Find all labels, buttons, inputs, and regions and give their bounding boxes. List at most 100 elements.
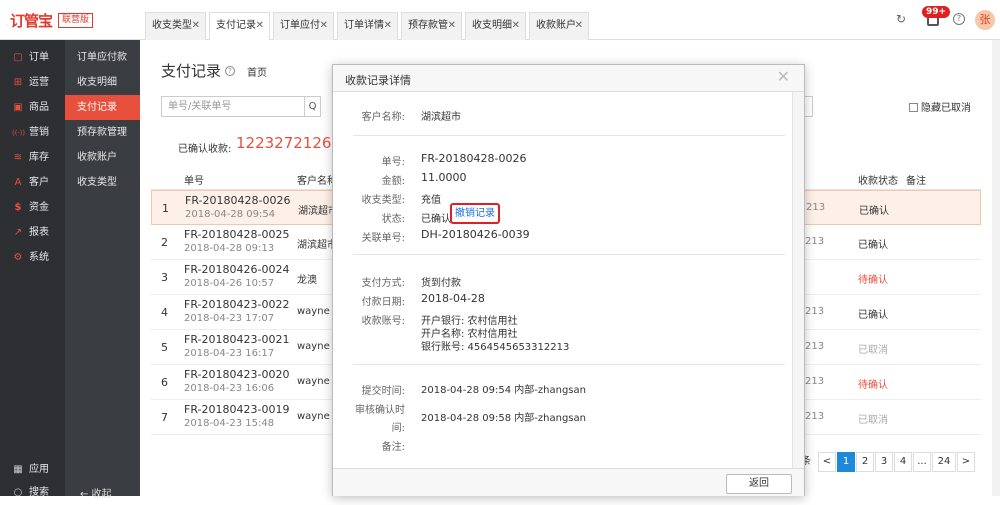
grid-icon: ▦: [13, 464, 23, 475]
notification-badge: 99+: [922, 6, 951, 18]
sidebar-item-products[interactable]: ▣ 商品: [0, 95, 65, 120]
page-button-4[interactable]: 4: [894, 452, 912, 472]
row-date: 2018-04-26 10:57: [184, 278, 275, 289]
page-button-3[interactable]: 3: [875, 452, 893, 472]
row-number: FR-20180426-0024: [184, 263, 290, 276]
customer-value: 湖滨超市: [421, 112, 461, 123]
close-icon[interactable]: ✕: [192, 13, 200, 39]
search-input[interactable]: 单号/关联单号: [161, 96, 305, 117]
row-status: 待确认: [858, 275, 888, 286]
sidebar-item-inventory[interactable]: ≋ 库存: [0, 145, 65, 170]
row-number: FR-20180428-0026: [185, 194, 291, 207]
summary-value: 1223272126.4: [236, 134, 346, 152]
help-icon[interactable]: ?: [953, 13, 965, 25]
order-icon: ▢: [13, 52, 23, 63]
tab-order-detail[interactable]: 订单详情 ✕: [337, 12, 398, 40]
sidebar-item-search[interactable]: ○ 搜索: [0, 480, 65, 505]
avatar[interactable]: 张: [975, 10, 995, 30]
dollar-icon: $: [14, 202, 22, 213]
sidebar-item-funds[interactable]: $ 资金: [0, 195, 65, 220]
paymethod-label: 支付方式:: [361, 278, 405, 289]
sidebar-item-orders[interactable]: ▢ 订单: [0, 45, 65, 70]
search-icon[interactable]: Q: [304, 96, 321, 117]
checkbox-icon: [909, 103, 918, 112]
close-icon[interactable]: ✕: [575, 13, 583, 39]
tab-income-detail[interactable]: 收支明细 ✕: [465, 12, 526, 40]
page-scrollbar[interactable]: [992, 40, 1000, 496]
sub-nav: 订单应付款 收支明细 支付记录 预存款管理 收款账户 收支类型 ← 收起: [65, 40, 140, 500]
row-status: 待确认: [858, 380, 888, 391]
page-prev-button[interactable]: <: [818, 452, 836, 472]
refresh-icon[interactable]: ↻: [896, 12, 906, 26]
status-label: 状态:: [381, 214, 405, 225]
row-customer: 湖滨超市: [297, 240, 337, 251]
row-status: 已取消: [858, 415, 888, 426]
tab-order-payable[interactable]: 订单应付 ✕: [273, 12, 334, 40]
close-icon[interactable]: ✕: [384, 13, 392, 39]
close-icon[interactable]: ✕: [448, 13, 456, 39]
row-amount: 213: [805, 306, 825, 317]
help-icon[interactable]: ?: [225, 66, 235, 76]
broadcast-icon: ((·)): [12, 129, 26, 137]
back-button[interactable]: 返回: [726, 474, 792, 494]
sidebar: ▢ 订单 ⊞ 运营 ▣ 商品 ((·)) 营销 ≋ 库存 A 客户 $ 资金 ↗ 报表 ⚙ 系统 …: [0, 40, 65, 498]
column-header-customer: 客户名称: [297, 176, 337, 187]
type-label: 收支类型:: [361, 195, 405, 206]
close-icon[interactable]: ✕: [777, 67, 790, 86]
status-value: 已确认: [421, 214, 451, 225]
sidebar-item-system[interactable]: ⚙ 系统: [0, 245, 65, 270]
sidebar-item-marketing[interactable]: ((·)) 营销: [0, 120, 65, 145]
page-button-24[interactable]: 24: [932, 452, 956, 472]
divider: [353, 135, 785, 136]
collapse-button[interactable]: ← 收起: [65, 485, 140, 500]
subnav-item-income-type[interactable]: 收支类型: [65, 170, 140, 195]
revoke-record-link[interactable]: 撤销记录: [450, 203, 500, 224]
row-number: FR-20180423-0019: [184, 403, 290, 416]
sidebar-item-customers[interactable]: A 客户: [0, 170, 65, 195]
related-value: DH-20180426-0039: [421, 228, 530, 241]
subnav-item-payment-records[interactable]: 支付记录: [65, 95, 140, 120]
page-button-1[interactable]: 1: [837, 452, 855, 472]
page-title: 支付记录: [161, 62, 222, 80]
product-icon: ▣: [13, 102, 23, 113]
row-date: 2018-04-23 15:48: [184, 418, 275, 429]
close-icon[interactable]: ✕: [256, 13, 264, 39]
submit-time-label: 提交时间:: [361, 386, 405, 397]
row-customer: wayne: [297, 341, 330, 352]
row-number: FR-20180423-0022: [184, 298, 290, 311]
close-icon[interactable]: ✕: [320, 13, 328, 39]
subnav-item-receiving-account[interactable]: 收款账户: [65, 145, 140, 170]
related-label: 关联单号:: [361, 233, 405, 244]
tab-income-type[interactable]: 收支类型 ✕: [145, 12, 206, 40]
column-header-no: 单号: [184, 176, 204, 187]
row-date: 2018-04-28 09:54: [185, 209, 276, 220]
hide-cancelled-checkbox[interactable]: 隐藏已取消: [909, 99, 971, 114]
page-next-button[interactable]: >: [957, 452, 975, 472]
breadcrumb-home[interactable]: 首页: [247, 64, 267, 79]
row-customer: wayne: [297, 411, 330, 422]
subnav-item-deposit-mgmt[interactable]: 预存款管理: [65, 120, 140, 145]
close-icon[interactable]: ✕: [512, 13, 520, 39]
audit-time-label-cont: 间:: [391, 423, 405, 434]
paydate-label: 付款日期:: [361, 297, 405, 308]
tab-deposit-mgmt[interactable]: 预存款管 ✕: [401, 12, 462, 40]
account-label: 收款账号:: [361, 316, 405, 327]
inventory-icon: ≋: [13, 152, 23, 163]
operations-icon: ⊞: [13, 77, 23, 88]
paymethod-value: 货到付款: [421, 278, 461, 289]
tab-receiving-account[interactable]: 收款账户 ✕: [529, 12, 589, 40]
page-button-2[interactable]: 2: [856, 452, 874, 472]
subnav-item-order-payable[interactable]: 订单应付款: [65, 45, 140, 70]
sidebar-item-reports[interactable]: ↗ 报表: [0, 220, 65, 245]
sidebar-item-apps[interactable]: ▦ 应用: [0, 457, 65, 482]
dialog-scrollbar[interactable]: [792, 92, 804, 468]
tab-payment-records[interactable]: 支付记录 ✕: [209, 12, 270, 40]
row-amount: 213: [806, 202, 826, 213]
row-index: 4: [161, 306, 168, 319]
app-logo[interactable]: 订管宝: [10, 10, 53, 31]
row-index: 2: [161, 236, 168, 249]
column-header-remark: 备注: [906, 176, 926, 187]
subnav-item-income-detail[interactable]: 收支明细: [65, 70, 140, 95]
number-value: FR-20180428-0026: [421, 152, 527, 165]
sidebar-item-operations[interactable]: ⊞ 运营: [0, 70, 65, 95]
